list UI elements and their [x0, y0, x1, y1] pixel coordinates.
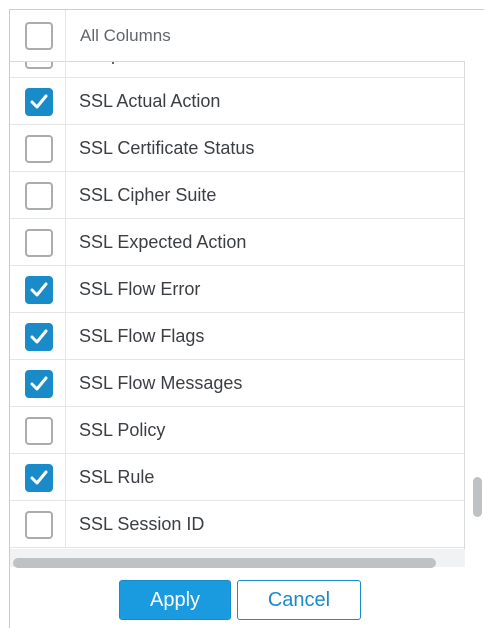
- column-label: SSL Certificate Status: [79, 138, 255, 158]
- column-list-header: All Columns: [10, 10, 465, 62]
- row-checkbox[interactable]: [25, 417, 53, 445]
- apply-button[interactable]: Apply: [119, 580, 231, 620]
- row-checkbox-cell: [10, 125, 66, 172]
- row-checkbox[interactable]: [25, 229, 53, 257]
- checkmark-icon: [30, 470, 48, 485]
- column-label: SSL Expected Action: [79, 232, 247, 252]
- header-checkbox-cell: [10, 10, 66, 62]
- header-label: All Columns: [80, 26, 171, 45]
- row-checkbox[interactable]: [25, 370, 53, 398]
- column-row[interactable]: SSL Expected Action: [10, 219, 464, 266]
- column-row[interactable]: SSL Policy: [10, 407, 464, 454]
- vertical-scrollbar-thumb[interactable]: [473, 477, 482, 517]
- vertical-scrollbar-track[interactable]: [466, 62, 484, 549]
- column-row[interactable]: SSL Cipher Suite: [10, 172, 464, 219]
- column-row[interactable]: SSL Certificate Status: [10, 125, 464, 172]
- row-checkbox-cell: [10, 360, 66, 407]
- column-row[interactable]: SSL Rule: [10, 454, 464, 501]
- checkmark-icon: [30, 376, 48, 391]
- column-row[interactable]: Responder Sentiment: [10, 62, 464, 78]
- cancel-button[interactable]: Cancel: [237, 580, 361, 620]
- column-label: SSL Rule: [79, 467, 155, 487]
- column-label: SSL Flow Messages: [79, 373, 243, 393]
- row-checkbox-cell: [10, 78, 66, 125]
- column-label: SSL Flow Error: [79, 279, 201, 299]
- row-checkbox[interactable]: [25, 88, 53, 116]
- column-label: Responder Sentiment: [79, 62, 253, 65]
- row-checkbox-cell: [10, 172, 66, 219]
- row-checkbox[interactable]: [25, 182, 53, 210]
- column-label: SSL Actual Action: [79, 91, 221, 111]
- column-label: SSL Policy: [79, 420, 166, 440]
- column-row[interactable]: SSL Flow Flags: [10, 313, 464, 360]
- row-checkbox-cell: [10, 454, 66, 501]
- column-label: SSL Session ID: [79, 514, 205, 534]
- row-checkbox-cell: [10, 219, 66, 266]
- row-checkbox-cell: [10, 313, 66, 360]
- select-all-checkbox[interactable]: [25, 22, 53, 50]
- row-checkbox[interactable]: [25, 323, 53, 351]
- column-row[interactable]: SSL Session ID: [10, 501, 464, 548]
- row-checkbox[interactable]: [25, 276, 53, 304]
- row-checkbox[interactable]: [25, 62, 53, 69]
- horizontal-scrollbar-thumb[interactable]: [13, 558, 436, 568]
- column-row[interactable]: SSL Flow Error: [10, 266, 464, 313]
- column-label: SSL Flow Flags: [79, 326, 205, 346]
- column-list: Responder Sentiment SSL Actual Action SSL …: [10, 62, 465, 549]
- checkmark-icon: [30, 94, 48, 109]
- row-checkbox-cell: [10, 266, 66, 313]
- row-checkbox-cell: [10, 501, 66, 548]
- row-checkbox[interactable]: [25, 511, 53, 539]
- column-row[interactable]: SSL Actual Action: [10, 78, 464, 125]
- column-row[interactable]: SSL Flow Messages: [10, 360, 464, 407]
- column-label: SSL Cipher Suite: [79, 185, 217, 205]
- row-checkbox[interactable]: [25, 464, 53, 492]
- checkmark-icon: [30, 329, 48, 344]
- row-checkbox-cell: [10, 407, 66, 454]
- row-checkbox[interactable]: [25, 135, 53, 163]
- column-selector-panel: All Columns Responder Sentiment SSL Actua…: [9, 9, 484, 628]
- row-checkbox-cell: [10, 62, 66, 78]
- checkmark-icon: [30, 282, 48, 297]
